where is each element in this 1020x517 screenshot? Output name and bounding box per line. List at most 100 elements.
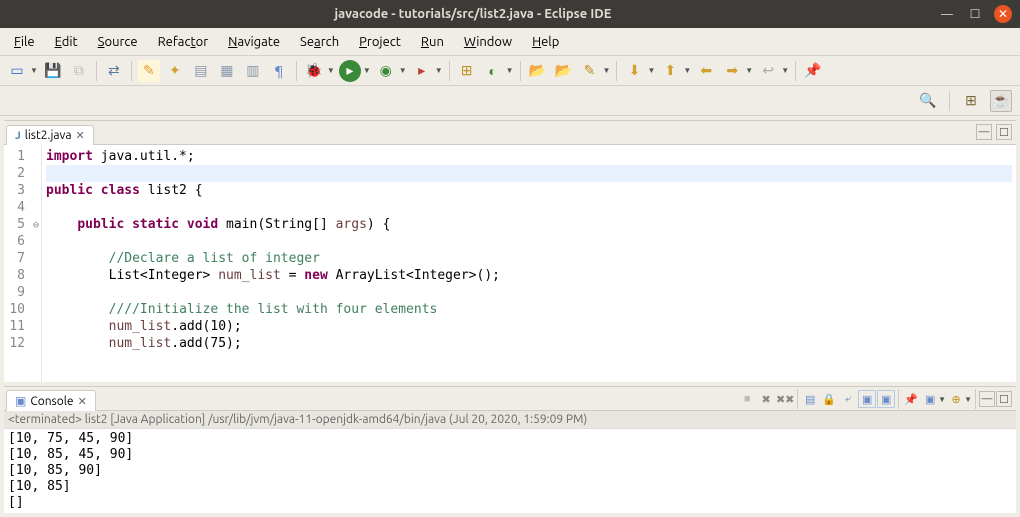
code-line[interactable]: List<Integer> num_list = new ArrayList<I… xyxy=(46,267,1012,284)
show-stderr-button[interactable]: ▣ xyxy=(877,390,895,408)
minimize-view-button[interactable]: — xyxy=(976,124,992,140)
toggle-mark-button[interactable]: ▤ xyxy=(190,60,212,82)
search-dropdown[interactable]: ▼ xyxy=(603,66,611,75)
code-line[interactable] xyxy=(46,165,1012,182)
last-edit-dropdown[interactable]: ▼ xyxy=(781,66,789,75)
search-button[interactable]: ✎ xyxy=(579,60,601,82)
open-console-dropdown[interactable]: ▼ xyxy=(964,395,972,404)
menu-project[interactable]: Project xyxy=(351,32,409,52)
display-console-button[interactable]: ▣ xyxy=(921,390,939,408)
new-button[interactable]: ▭ xyxy=(6,60,28,82)
window-controls: — ☐ ✕ xyxy=(938,5,1012,23)
coverage-button[interactable]: ◉ xyxy=(375,60,397,82)
menubar: File Edit Source Refactor Navigate Searc… xyxy=(0,28,1020,56)
save-button[interactable]: 💾 xyxy=(42,60,64,82)
run-dropdown[interactable]: ▼ xyxy=(363,66,371,75)
open-type-button[interactable]: 📂 xyxy=(527,60,549,82)
terminate-button[interactable]: ■ xyxy=(738,390,756,408)
open-perspective-button[interactable]: ⊞ xyxy=(960,90,982,112)
new-class-button[interactable]: ◐ xyxy=(482,60,504,82)
console-toolbar: ■ ✖ ✖✖ ▤ 🔒 ⤶ ▣ ▣ 📌 ▣▼ ⊕▼ — ☐ xyxy=(738,389,1012,409)
titlebar: javacode - tutorials/src/list2.java - Ec… xyxy=(0,0,1020,28)
console-output[interactable]: [10, 75, 45, 90] [10, 85, 45, 90] [10, 8… xyxy=(4,429,1016,513)
minimize-button[interactable]: — xyxy=(938,5,956,23)
menu-search[interactable]: Search xyxy=(292,32,347,52)
code-line[interactable]: import java.util.*; xyxy=(46,148,1012,165)
prev-ann-button[interactable]: ⬆ xyxy=(659,60,681,82)
link-editor-button[interactable]: ⇄ xyxy=(103,60,125,82)
toggle-breadcrumb-button[interactable]: ✦ xyxy=(164,60,186,82)
word-wrap-button[interactable]: ⤶ xyxy=(839,390,857,408)
display-console-dropdown[interactable]: ▼ xyxy=(938,395,946,404)
new-java-button[interactable]: ⊞ xyxy=(456,60,478,82)
open-task-button[interactable]: 📂 xyxy=(553,60,575,82)
code-line[interactable] xyxy=(46,199,1012,216)
code-line[interactable]: ////Initialize the list with four elemen… xyxy=(46,301,1012,318)
menu-refactor[interactable]: Refactor xyxy=(150,32,217,52)
fwd-button[interactable]: ➡ xyxy=(721,60,743,82)
open-console-button[interactable]: ⊕ xyxy=(947,390,965,408)
ext-tools-button[interactable]: ▸ xyxy=(411,60,433,82)
new-class-dropdown[interactable]: ▼ xyxy=(506,66,514,75)
menu-window[interactable]: Window xyxy=(456,32,520,52)
remove-all-button[interactable]: ✖✖ xyxy=(776,390,794,408)
code-line[interactable]: public static void main(String[] args) { xyxy=(46,216,1012,233)
back-button[interactable]: ⬅ xyxy=(695,60,717,82)
code-body[interactable]: import java.util.*; public class list2 {… xyxy=(42,145,1016,382)
console-tab-label: Console xyxy=(30,395,73,408)
code-line[interactable] xyxy=(46,284,1012,301)
menu-source[interactable]: Source xyxy=(90,32,146,52)
menu-file[interactable]: File xyxy=(6,32,43,52)
line-gutter: 12345⊖6789101112 xyxy=(4,145,42,382)
new-dropdown[interactable]: ▼ xyxy=(30,66,38,75)
menu-help[interactable]: Help xyxy=(524,32,567,52)
block-sel-button[interactable]: ▦ xyxy=(216,60,238,82)
quick-access-icon[interactable]: 🔍 xyxy=(917,90,939,112)
ext-tools-dropdown[interactable]: ▼ xyxy=(435,66,443,75)
debug-dropdown[interactable]: ▼ xyxy=(327,66,335,75)
run-button[interactable]: ▸ xyxy=(339,60,361,82)
code-editor[interactable]: 12345⊖6789101112 import java.util.*; pub… xyxy=(4,145,1016,382)
code-line[interactable]: num_list.add(75); xyxy=(46,335,1012,352)
menu-navigate[interactable]: Navigate xyxy=(220,32,288,52)
code-line[interactable]: num_list.add(10); xyxy=(46,318,1012,335)
build-button[interactable]: ✎ xyxy=(138,60,160,82)
save-all-button[interactable]: ⧉ xyxy=(68,60,90,82)
fwd-dropdown[interactable]: ▼ xyxy=(745,66,753,75)
main-toolbar: ▭▼ 💾 ⧉ ⇄ ✎ ✦ ▤ ▦ ▥ ¶ 🐞▼ ▸▼ ◉▼ ▸▼ ⊞ ◐▼ 📂 … xyxy=(0,56,1020,86)
console-minimize-button[interactable]: — xyxy=(979,391,995,407)
show-console-button[interactable]: ▣ xyxy=(858,390,876,408)
last-edit-button[interactable]: ↩ xyxy=(757,60,779,82)
pin-editor-button[interactable]: 📌 xyxy=(802,60,824,82)
remove-launch-button[interactable]: ✖ xyxy=(757,390,775,408)
code-line[interactable] xyxy=(46,233,1012,250)
clear-console-button[interactable]: ▤ xyxy=(801,390,819,408)
maximize-view-button[interactable]: ☐ xyxy=(996,124,1012,140)
next-ann-dropdown[interactable]: ▼ xyxy=(647,66,655,75)
console-panel: ▣ Console ✕ ■ ✖ ✖✖ ▤ 🔒 ⤶ ▣ ▣ 📌 ▣▼ ⊕▼ — ☐… xyxy=(4,386,1016,513)
show-ws-button[interactable]: ▥ xyxy=(242,60,264,82)
close-button[interactable]: ✕ xyxy=(994,5,1012,23)
code-line[interactable]: public class list2 { xyxy=(46,182,1012,199)
console-tabbar: ▣ Console ✕ ■ ✖ ✖✖ ▤ 🔒 ⤶ ▣ ▣ 📌 ▣▼ ⊕▼ — ☐ xyxy=(4,387,1016,411)
menu-run[interactable]: Run xyxy=(413,32,452,52)
next-ann-button[interactable]: ⬇ xyxy=(623,60,645,82)
editor-tab-list2[interactable]: J list2.java ✕ xyxy=(6,125,94,145)
console-icon: ▣ xyxy=(15,394,26,408)
maximize-button[interactable]: ☐ xyxy=(966,5,984,23)
coverage-dropdown[interactable]: ▼ xyxy=(399,66,407,75)
console-maximize-button[interactable]: ☐ xyxy=(996,391,1012,407)
code-line[interactable]: //Declare a list of integer xyxy=(46,250,1012,267)
editor-tabbar: J list2.java ✕ — ☐ xyxy=(4,121,1016,145)
pilcrow-button[interactable]: ¶ xyxy=(268,60,290,82)
console-tab-close-icon[interactable]: ✕ xyxy=(78,395,87,408)
prev-ann-dropdown[interactable]: ▼ xyxy=(683,66,691,75)
debug-button[interactable]: 🐞 xyxy=(303,60,325,82)
menu-edit[interactable]: Edit xyxy=(47,32,86,52)
java-perspective-button[interactable]: ☕ xyxy=(990,90,1012,112)
scroll-lock-button[interactable]: 🔒 xyxy=(820,390,838,408)
pin-console-button[interactable]: 📌 xyxy=(902,390,920,408)
console-tab[interactable]: ▣ Console ✕ xyxy=(6,390,96,411)
tab-close-icon[interactable]: ✕ xyxy=(76,129,85,142)
tab-label: list2.java xyxy=(25,129,72,142)
